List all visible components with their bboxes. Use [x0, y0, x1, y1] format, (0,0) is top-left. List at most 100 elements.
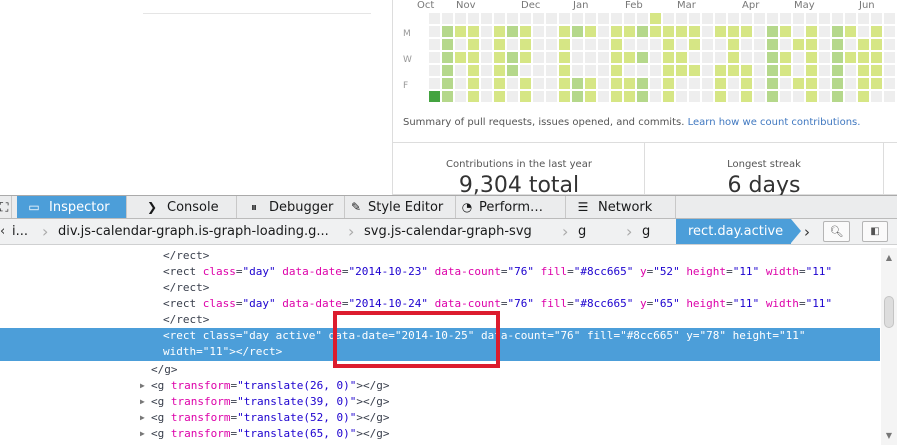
calendar-day-cell[interactable]: [793, 91, 804, 102]
calendar-day-cell[interactable]: [689, 78, 700, 89]
calendar-day-cell[interactable]: [676, 91, 687, 102]
calendar-day-cell[interactable]: [741, 26, 752, 37]
calendar-day-cell[interactable]: [806, 78, 817, 89]
breadcrumb-item[interactable]: g: [574, 219, 624, 244]
calendar-day-cell[interactable]: [494, 65, 505, 76]
tab-debugger[interactable]: ⏸ Debugger: [237, 196, 345, 218]
scroll-up-icon[interactable]: ▲: [884, 253, 894, 262]
calendar-day-cell[interactable]: [468, 65, 479, 76]
calendar-day-cell[interactable]: [442, 91, 453, 102]
calendar-day-cell[interactable]: [767, 26, 778, 37]
calendar-day-cell[interactable]: [845, 39, 856, 50]
calendar-day-cell[interactable]: [520, 91, 531, 102]
calendar-day-cell[interactable]: [715, 52, 726, 63]
calendar-day-cell[interactable]: [481, 78, 492, 89]
calendar-day-cell[interactable]: [585, 78, 596, 89]
calendar-day-cell[interactable]: [702, 52, 713, 63]
calendar-day-cell[interactable]: [494, 91, 505, 102]
calendar-day-cell[interactable]: [832, 13, 843, 24]
calendar-day-cell[interactable]: [728, 91, 739, 102]
calendar-day-cell[interactable]: [663, 39, 674, 50]
calendar-day-cell[interactable]: [520, 13, 531, 24]
calendar-day-cell[interactable]: [689, 65, 700, 76]
calendar-day-cell[interactable]: [442, 65, 453, 76]
calendar-day-cell[interactable]: [702, 65, 713, 76]
calendar-day-cell[interactable]: [715, 91, 726, 102]
calendar-day-cell[interactable]: [715, 26, 726, 37]
calendar-day-cell[interactable]: [455, 39, 466, 50]
calendar-day-cell[interactable]: [832, 39, 843, 50]
calendar-day-cell[interactable]: [611, 65, 622, 76]
element-picker-button[interactable]: ⛶: [0, 196, 12, 218]
calendar-day-cell[interactable]: [754, 13, 765, 24]
calendar-day-cell[interactable]: [546, 13, 557, 24]
calendar-day-cell[interactable]: [624, 13, 635, 24]
calendar-day-cell[interactable]: [819, 91, 830, 102]
calendar-day-cell[interactable]: [507, 13, 518, 24]
calendar-day-cell[interactable]: [702, 26, 713, 37]
breadcrumb-scroll-left[interactable]: ‹: [0, 219, 6, 244]
breadcrumb-item[interactable]: svg.js-calendar-graph-svg: [360, 219, 560, 244]
calendar-day-cell[interactable]: [832, 78, 843, 89]
calendar-day-cell[interactable]: [845, 26, 856, 37]
calendar-day-cell[interactable]: [858, 39, 869, 50]
calendar-day-cell[interactable]: [585, 26, 596, 37]
calendar-day-cell[interactable]: [650, 65, 661, 76]
calendar-day-cell[interactable]: [507, 39, 518, 50]
markup-line[interactable]: </rect>: [0, 248, 880, 264]
calendar-day-cell[interactable]: [520, 26, 531, 37]
calendar-day-cell[interactable]: [611, 52, 622, 63]
calendar-day-cell[interactable]: [754, 52, 765, 63]
calendar-day-cell[interactable]: [481, 26, 492, 37]
calendar-day-cell[interactable]: [663, 52, 674, 63]
calendar-day-cell[interactable]: [546, 65, 557, 76]
tab-style-editor[interactable]: ✎ Style Editor: [345, 196, 456, 218]
calendar-day-cell[interactable]: [650, 78, 661, 89]
calendar-day-cell[interactable]: [780, 52, 791, 63]
calendar-day-cell[interactable]: [546, 39, 557, 50]
calendar-day-cell[interactable]: [481, 39, 492, 50]
calendar-day-cell[interactable]: [663, 65, 674, 76]
calendar-day-cell[interactable]: [546, 91, 557, 102]
calendar-day-cell[interactable]: [533, 52, 544, 63]
calendar-day-cell[interactable]: [520, 78, 531, 89]
calendar-day-cell[interactable]: [585, 13, 596, 24]
calendar-day-cell[interactable]: [442, 39, 453, 50]
calendar-day-cell[interactable]: [624, 91, 635, 102]
tab-performance[interactable]: ◔ Perform…: [456, 196, 566, 218]
calendar-day-cell[interactable]: [767, 13, 778, 24]
calendar-day-cell[interactable]: [533, 78, 544, 89]
calendar-day-cell[interactable]: [611, 78, 622, 89]
calendar-day-cell[interactable]: [468, 91, 479, 102]
calendar-day-cell[interactable]: [572, 52, 583, 63]
calendar-day-cell[interactable]: [845, 91, 856, 102]
expand-twisty-icon[interactable]: ▶: [140, 426, 148, 442]
calendar-day-cell[interactable]: [546, 26, 557, 37]
calendar-day-cell[interactable]: [793, 65, 804, 76]
calendar-day-cell[interactable]: [533, 39, 544, 50]
calendar-day-cell[interactable]: [858, 91, 869, 102]
calendar-day-cell[interactable]: [507, 91, 518, 102]
calendar-day-cell[interactable]: [663, 91, 674, 102]
calendar-day-cell[interactable]: [728, 52, 739, 63]
calendar-day-cell[interactable]: [637, 13, 648, 24]
calendar-day-cell[interactable]: [741, 65, 752, 76]
calendar-day-cell[interactable]: [637, 39, 648, 50]
calendar-day-cell[interactable]: [728, 26, 739, 37]
calendar-day-cell[interactable]: [754, 78, 765, 89]
calendar-day-cell[interactable]: [871, 91, 882, 102]
calendar-day-cell[interactable]: [663, 78, 674, 89]
calendar-day-cell[interactable]: [598, 91, 609, 102]
calendar-day-cell[interactable]: [832, 65, 843, 76]
calendar-day-cell[interactable]: [741, 13, 752, 24]
calendar-day-cell[interactable]: [819, 52, 830, 63]
calendar-day-cell[interactable]: [832, 26, 843, 37]
calendar-day-cell[interactable]: [481, 13, 492, 24]
calendar-day-cell[interactable]: [806, 91, 817, 102]
calendar-day-cell[interactable]: [637, 78, 648, 89]
calendar-day-cell[interactable]: [559, 91, 570, 102]
calendar-day-cell[interactable]: [442, 13, 453, 24]
calendar-day-cell[interactable]: [611, 26, 622, 37]
calendar-day-cell[interactable]: [871, 65, 882, 76]
expand-twisty-icon[interactable]: ▶: [140, 394, 148, 410]
